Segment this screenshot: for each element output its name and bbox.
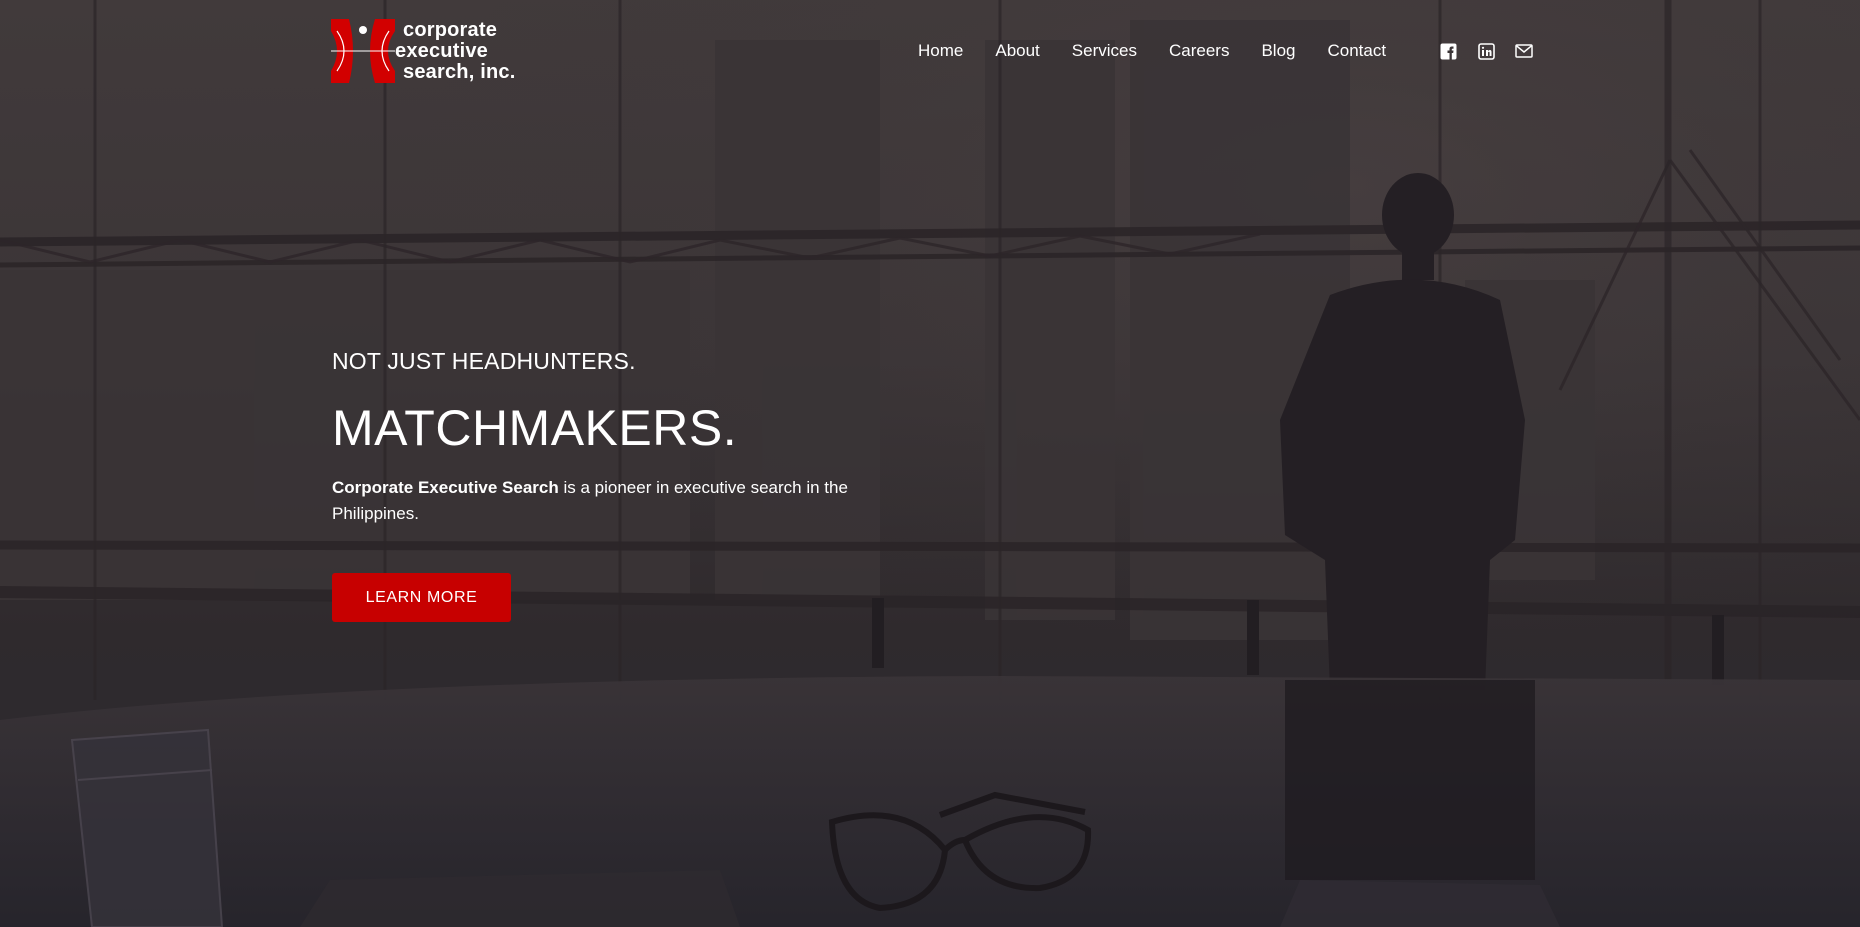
email-icon-glyph [1515, 44, 1533, 58]
hero-background-image [0, 0, 1860, 927]
hero-kicker: NOT JUST HEADHUNTERS. [332, 348, 636, 374]
nav-contact[interactable]: Contact [1327, 41, 1386, 61]
logo-wordmark: corporate executive search, inc. [395, 18, 516, 83]
hero-headline: MATCHMAKERS. [332, 400, 738, 456]
company-logo-mark [331, 19, 395, 83]
nav-services[interactable]: Services [1072, 41, 1137, 61]
linkedin-icon-glyph [1477, 42, 1495, 60]
nav-home[interactable]: Home [918, 41, 963, 61]
nav-blog[interactable]: Blog [1261, 41, 1295, 61]
hero-lead-company: Corporate Executive Search [332, 478, 559, 497]
main-nav: Home About Services Careers Blog Contact [918, 36, 1386, 66]
facebook-icon-glyph [1440, 43, 1456, 60]
facebook-icon[interactable] [1438, 41, 1458, 61]
logo-link[interactable]: corporate executive search, inc. [331, 18, 531, 84]
logo-line-1: corporate [403, 18, 498, 41]
social-links [1438, 41, 1534, 61]
learn-more-button[interactable]: LEARN MORE [332, 573, 511, 622]
hero-lead: Corporate Executive Search is a pioneer … [332, 475, 852, 527]
nav-careers[interactable]: Careers [1169, 41, 1229, 61]
site-header: corporate executive search, inc. Home Ab… [0, 0, 1860, 100]
hero-section: corporate executive search, inc. Home Ab… [0, 0, 1860, 927]
logo-line-2: executive [395, 39, 488, 62]
nav-about[interactable]: About [995, 41, 1039, 61]
logo-line-3: search, inc. [403, 60, 516, 83]
email-icon[interactable] [1514, 41, 1534, 61]
hero-content: NOT JUST HEADHUNTERS. MATCHMAKERS. Corpo… [332, 345, 892, 622]
linkedin-icon[interactable] [1476, 41, 1496, 61]
